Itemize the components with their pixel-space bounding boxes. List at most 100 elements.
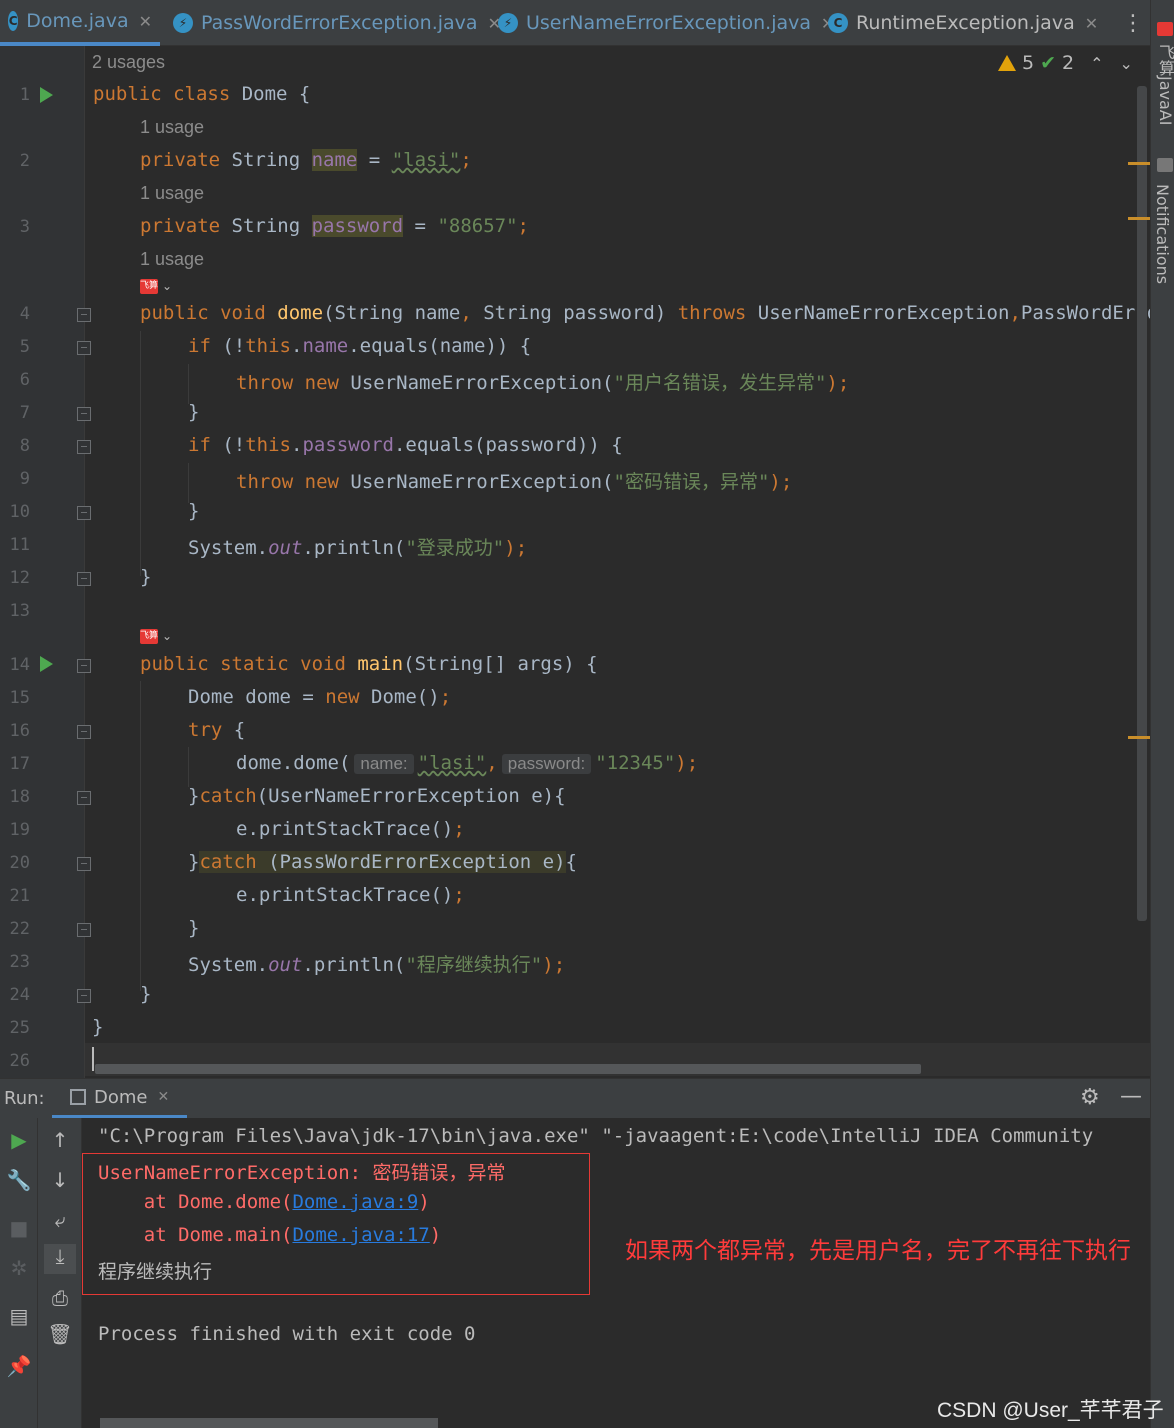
fold-icon[interactable] bbox=[77, 791, 91, 805]
console-command-line: "C:\Program Files\Java\jdk-17\bin\java.e… bbox=[98, 1125, 1094, 1147]
type: String bbox=[220, 215, 312, 237]
run-tab-dome[interactable]: Dome ✕ bbox=[52, 1079, 188, 1119]
fold-icon[interactable] bbox=[77, 440, 91, 454]
text: (PassWordErrorException e) bbox=[256, 851, 566, 873]
horizontal-scrollbar[interactable] bbox=[95, 1064, 921, 1074]
close-icon[interactable]: ✕ bbox=[139, 12, 152, 31]
fold-icon[interactable] bbox=[77, 308, 91, 322]
text: (UserNameErrorException e){ bbox=[256, 785, 566, 807]
fold-icon[interactable] bbox=[77, 725, 91, 739]
class-icon: C bbox=[8, 11, 19, 31]
line-number: 8 bbox=[19, 436, 30, 456]
arrow-up-icon[interactable]: ↑ bbox=[41, 1128, 79, 1152]
more-tabs-icon[interactable]: ⋮ bbox=[1118, 0, 1148, 46]
console-horizontal-scrollbar[interactable] bbox=[100, 1418, 438, 1428]
fold-icon[interactable] bbox=[77, 989, 91, 1003]
keyword: try bbox=[188, 719, 223, 741]
warning-marker[interactable] bbox=[1128, 217, 1150, 220]
inspection-widget[interactable]: 5 ✔ 2 ⌃ ⌄ bbox=[998, 52, 1133, 74]
code-editor[interactable]: 5 ✔ 2 ⌃ ⌄ 1 2 3 4 5 6 7 8 9 10 11 12 13 … bbox=[0, 46, 1150, 1078]
plugin-badge-icon[interactable]: 飞算 bbox=[140, 629, 158, 644]
fold-icon[interactable] bbox=[77, 923, 91, 937]
line-number: 24 bbox=[9, 985, 30, 1005]
tab-label: PassWordErrorException.java bbox=[201, 12, 478, 34]
close-icon[interactable]: ✕ bbox=[1085, 14, 1098, 33]
warning-marker[interactable] bbox=[1128, 162, 1150, 165]
minimize-icon[interactable]: — bbox=[1120, 1084, 1142, 1109]
punct: ); bbox=[675, 752, 699, 774]
tab-dome-java[interactable]: C Dome.java ✕ bbox=[0, 0, 160, 46]
warning-icon bbox=[998, 55, 1016, 71]
tab-password-exception[interactable]: ⚡ PassWordErrorException.java ✕ bbox=[165, 0, 509, 46]
code-line-2: private String name = "lasi"; bbox=[140, 149, 472, 171]
line-number: 19 bbox=[9, 820, 30, 840]
print-icon[interactable]: ⎙ bbox=[41, 1286, 79, 1310]
punct: , bbox=[1009, 302, 1021, 324]
fold-icon[interactable] bbox=[77, 857, 91, 871]
vertical-scrollbar[interactable] bbox=[1137, 86, 1147, 921]
close-icon[interactable]: ✕ bbox=[157, 1089, 169, 1105]
trash-icon[interactable]: 🗑 bbox=[41, 1322, 79, 1346]
usages-hint[interactable]: 1 usage bbox=[140, 183, 204, 204]
usages-hint[interactable]: 1 usage bbox=[140, 117, 204, 138]
params: String password) bbox=[471, 302, 678, 324]
settings-icon[interactable]: ✲ bbox=[0, 1256, 38, 1280]
weak-warning-count: 2 bbox=[1062, 52, 1075, 74]
string: "登录成功" bbox=[405, 537, 505, 559]
code-line-19: e.printStackTrace(); bbox=[236, 818, 465, 840]
code-line-15: Dome dome = new Dome(); bbox=[188, 686, 451, 708]
usages-hint[interactable]: 1 usage bbox=[140, 249, 204, 270]
keyword: private bbox=[140, 215, 221, 237]
chevron-up-icon[interactable]: ⌃ bbox=[1090, 54, 1103, 73]
usages-hint[interactable]: 2 usages bbox=[92, 52, 165, 73]
soft-wrap-icon[interactable]: ⤶ bbox=[41, 1208, 79, 1232]
line-number: 7 bbox=[19, 403, 30, 423]
fold-icon[interactable] bbox=[77, 407, 91, 421]
exception-icon: ⚡ bbox=[498, 13, 518, 33]
indent-guide bbox=[188, 747, 189, 787]
code-line-14: public static void main(String[] args) { bbox=[140, 653, 598, 675]
type: String bbox=[220, 149, 312, 171]
fold-icon[interactable] bbox=[77, 659, 91, 673]
warning-marker[interactable] bbox=[1128, 736, 1150, 739]
keyword: throws bbox=[677, 302, 747, 324]
right-tool-strip: 飞算JavaAI Notifications bbox=[1150, 0, 1174, 1428]
line-number: 13 bbox=[9, 601, 30, 621]
notifications-tool-button[interactable]: Notifications bbox=[1153, 184, 1172, 284]
fold-icon[interactable] bbox=[77, 572, 91, 586]
chevron-down-icon[interactable]: ⌄ bbox=[162, 629, 172, 643]
field: password bbox=[311, 215, 404, 237]
line-number: 11 bbox=[9, 535, 30, 555]
fold-icon[interactable] bbox=[77, 506, 91, 520]
tab-username-exception[interactable]: ⚡ UserNameErrorException.java ✕ bbox=[490, 0, 842, 46]
wrench-icon[interactable]: 🔧 bbox=[0, 1168, 38, 1192]
operator: = bbox=[403, 215, 438, 237]
stop-icon[interactable]: ■ bbox=[0, 1216, 38, 1240]
tab-runtime-exception[interactable]: C RuntimeException.java ✕ bbox=[820, 0, 1106, 46]
string: "12345" bbox=[595, 752, 676, 774]
rerun-icon[interactable]: ▶ bbox=[0, 1128, 38, 1152]
chevron-down-icon[interactable]: ⌄ bbox=[162, 279, 172, 293]
plugin-tool-button[interactable]: 飞算JavaAI bbox=[1153, 44, 1174, 125]
code-line-22: } bbox=[188, 917, 200, 939]
string: "程序继续执行" bbox=[405, 954, 543, 976]
pin-icon[interactable]: 📌 bbox=[0, 1354, 38, 1378]
run-main-icon[interactable] bbox=[40, 656, 53, 672]
scroll-to-end-icon[interactable]: ⤓ bbox=[44, 1244, 76, 1274]
line-number: 25 bbox=[9, 1018, 30, 1038]
plugin-badge-icon[interactable]: 飞算 bbox=[140, 279, 158, 294]
gear-icon[interactable]: ⚙ bbox=[1080, 1085, 1100, 1110]
fold-icon[interactable] bbox=[77, 341, 91, 355]
line-number: 18 bbox=[9, 787, 30, 807]
arrow-down-icon[interactable]: ↓ bbox=[41, 1168, 79, 1192]
exceptions: UserNameErrorException bbox=[746, 302, 1010, 324]
layout-icon[interactable]: ▤ bbox=[0, 1304, 38, 1328]
chevron-down-icon[interactable]: ⌄ bbox=[1120, 54, 1133, 73]
text-caret bbox=[92, 1047, 94, 1071]
run-class-icon[interactable] bbox=[40, 87, 53, 103]
field: name bbox=[311, 149, 358, 171]
line-number: 2 bbox=[19, 151, 30, 171]
line-number: 16 bbox=[9, 721, 30, 741]
punct: ; bbox=[453, 818, 465, 840]
highlight-box bbox=[82, 1153, 590, 1295]
